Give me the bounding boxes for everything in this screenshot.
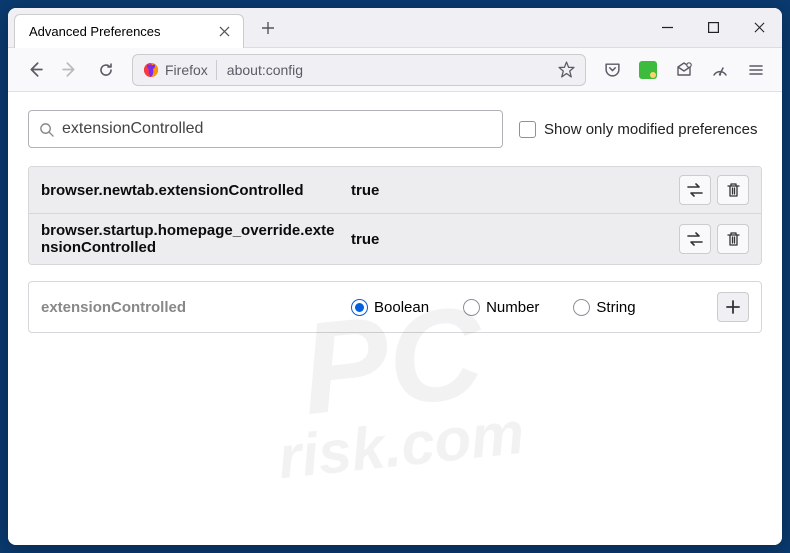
pref-row[interactable]: browser.startup.homepage_override.extens… [29, 214, 761, 264]
minimize-button[interactable] [644, 8, 690, 48]
delete-button[interactable] [717, 224, 749, 254]
delete-button[interactable] [717, 175, 749, 205]
app-menu-button[interactable] [740, 54, 772, 86]
star-icon [558, 61, 575, 78]
show-modified-checkbox[interactable]: Show only modified preferences [519, 121, 757, 138]
close-icon [219, 26, 230, 37]
about-config-content: Show only modified preferences browser.n… [8, 92, 782, 545]
radio-number[interactable]: Number [463, 299, 539, 316]
watermark-sub: risk.com [276, 405, 527, 485]
pref-actions [679, 224, 749, 254]
dashboard-icon [711, 61, 729, 79]
reload-icon [98, 62, 114, 78]
minimize-icon [662, 22, 673, 33]
search-icon [39, 122, 54, 137]
pref-row[interactable]: browser.newtab.extensionControlled true [29, 167, 761, 214]
pocket-button[interactable] [596, 54, 628, 86]
back-button[interactable] [18, 54, 50, 86]
plus-icon [726, 300, 740, 314]
identity-box[interactable]: Firefox [139, 60, 217, 80]
navigation-toolbar: Firefox about:config [8, 48, 782, 92]
arrow-left-icon [26, 61, 43, 78]
toggle-button[interactable] [679, 224, 711, 254]
browser-tab[interactable]: Advanced Preferences [14, 14, 244, 48]
pref-actions [679, 175, 749, 205]
radio-icon [463, 299, 480, 316]
bookmark-button[interactable] [554, 57, 579, 82]
trash-icon [726, 182, 741, 198]
search-row: Show only modified preferences [28, 110, 762, 148]
pref-name: browser.startup.homepage_override.extens… [41, 222, 351, 256]
protections-button[interactable] [704, 54, 736, 86]
radio-icon [573, 299, 590, 316]
pocket-icon [604, 61, 621, 78]
new-tab-button[interactable] [254, 14, 282, 42]
tab-close-button[interactable] [215, 22, 233, 40]
radio-label: String [596, 299, 635, 316]
add-row: extensionControlled Boolean Number Strin… [29, 282, 761, 332]
radio-icon [351, 299, 368, 316]
reload-button[interactable] [90, 54, 122, 86]
window-close-button[interactable] [736, 8, 782, 48]
pref-value: true [351, 182, 679, 199]
identity-label: Firefox [165, 62, 208, 78]
plus-icon [261, 21, 275, 35]
checkbox-icon [519, 121, 536, 138]
add-pref-name: extensionControlled [41, 299, 351, 316]
toggle-icon [686, 183, 704, 197]
radio-label: Number [486, 299, 539, 316]
window-controls [644, 8, 782, 48]
close-icon [754, 22, 765, 33]
radio-label: Boolean [374, 299, 429, 316]
toggle-icon [686, 232, 704, 246]
forward-button[interactable] [54, 54, 86, 86]
toggle-button[interactable] [679, 175, 711, 205]
search-box[interactable] [28, 110, 503, 148]
hamburger-icon [748, 62, 764, 78]
type-radios: Boolean Number String [351, 299, 717, 316]
titlebar: Advanced Preferences [8, 8, 782, 48]
checkbox-label: Show only modified preferences [544, 121, 757, 138]
extension-badge-icon [639, 61, 657, 79]
add-button[interactable] [717, 292, 749, 322]
url-bar[interactable]: Firefox about:config [132, 54, 586, 86]
browser-window: Advanced Preferences [8, 8, 782, 545]
radio-boolean[interactable]: Boolean [351, 299, 429, 316]
maximize-button[interactable] [690, 8, 736, 48]
arrow-right-icon [62, 61, 79, 78]
firefox-logo-icon [143, 62, 159, 78]
tab-title: Advanced Preferences [29, 24, 161, 39]
account-icon [675, 61, 693, 79]
trash-icon [726, 231, 741, 247]
add-preference-row: extensionControlled Boolean Number Strin… [28, 281, 762, 333]
preferences-table: browser.newtab.extensionControlled true … [28, 166, 762, 265]
url-text: about:config [217, 62, 554, 78]
search-input[interactable] [62, 120, 492, 138]
account-button[interactable] [668, 54, 700, 86]
radio-string[interactable]: String [573, 299, 635, 316]
maximize-icon [708, 22, 719, 33]
extension-button[interactable] [632, 54, 664, 86]
pref-value: true [351, 231, 679, 248]
pref-name: browser.newtab.extensionControlled [41, 182, 351, 199]
